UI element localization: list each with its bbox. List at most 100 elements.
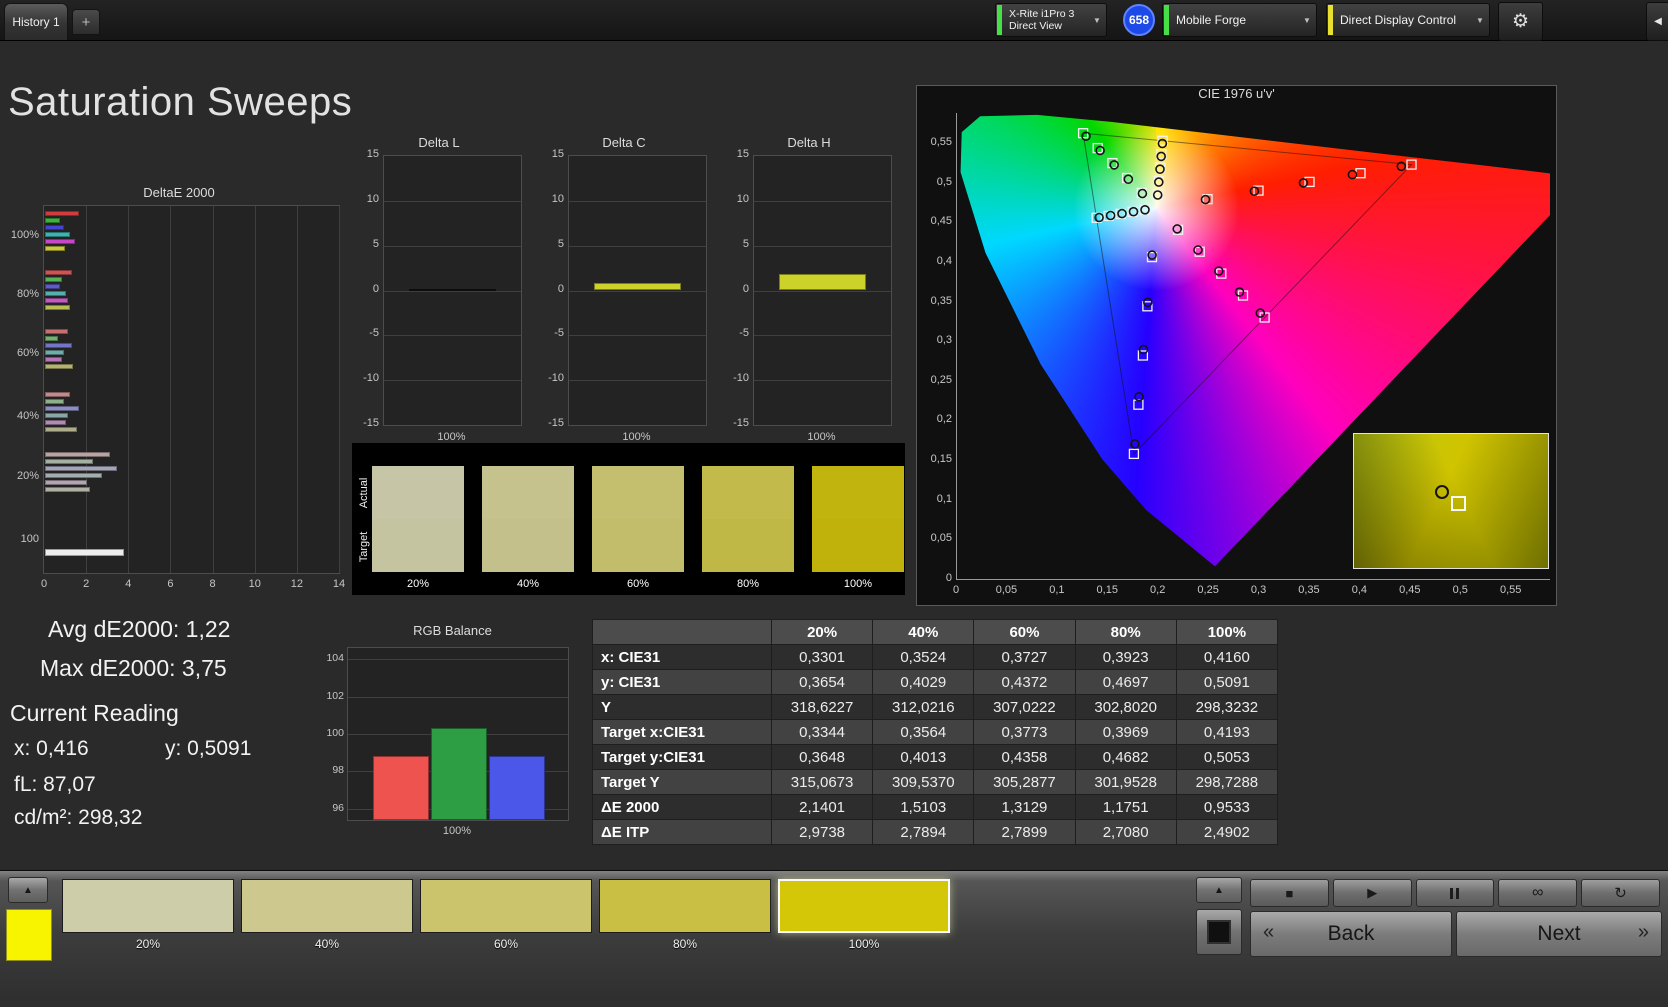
deltae-bar (45, 487, 91, 492)
source-dropdown[interactable]: Mobile Forge ▼ (1162, 3, 1317, 37)
stop-icon: ■ (1285, 885, 1294, 901)
row-label: Y (592, 694, 772, 720)
swatch-label: 60% (626, 578, 650, 590)
swatch-label: 100% (843, 578, 873, 590)
saturation-button-20%[interactable]: 20% (62, 879, 234, 951)
y-tick-label: 0,4 (936, 254, 952, 267)
table-cell: 0,3773 (973, 719, 1076, 745)
gear-icon: ⚙ (1511, 11, 1530, 32)
bottom-bar: ▲ 20% 40% 60% 80% 100% ▲ ■ ▶ ∞ ↻ « Back … (0, 870, 1668, 1007)
x-tick-label: 0 (952, 584, 960, 596)
gridline (128, 206, 130, 573)
y-tick-label: 5 (372, 237, 379, 250)
rgb-bar-red (373, 756, 429, 820)
deltae-bar (45, 284, 60, 289)
y-tick-label: 100 (20, 533, 39, 545)
delta-c-chart: Delta C 100% 15 10 5 0 -5 -10 -15 (538, 135, 710, 447)
table-cell: 0,9533 (1175, 794, 1279, 820)
swatch-column: 20% (372, 466, 464, 596)
play-icon: ▶ (1367, 885, 1378, 900)
expand-button-right[interactable]: ▲ (1196, 877, 1242, 903)
table-cell: 2,1401 (770, 794, 874, 820)
cie-zoom-inset (1353, 433, 1549, 569)
target-point-magenta (1194, 246, 1205, 257)
pause-button[interactable] (1415, 879, 1495, 907)
saturation-button-100%[interactable]: 100% (778, 879, 950, 951)
delta-c-plot (568, 155, 707, 426)
pattern-window-icon (1207, 920, 1231, 944)
saturation-label: 40% (314, 937, 340, 951)
max-de2000-stat: Max dE2000: 3,75 (40, 655, 227, 681)
table-cell: 0,5053 (1175, 744, 1279, 770)
table-cell: 307,0222 (973, 694, 1076, 720)
rgb-balance-chart: RGB Balance 100% 104 102 100 98 96 (325, 623, 580, 838)
x-tick-label: 0,15 (1096, 584, 1118, 596)
meter-reading-badge[interactable]: 658 (1123, 4, 1155, 36)
deltae2000-chart: DeltaE 2000 0 2 4 6 8 10 12 14 100% 80% 60% 40% 20% 1… (6, 185, 352, 597)
actual-swatch (482, 466, 574, 519)
meter-dropdown[interactable]: X-Rite i1Pro 3 Direct View ▼ (995, 3, 1107, 37)
chart-title: CIE 1976 u'v' (1198, 86, 1275, 101)
x-tick-label: 4 (125, 578, 132, 590)
deltae-bar (45, 239, 75, 244)
swatch-column: 40% (482, 466, 574, 596)
x-tick-label: 0 (40, 578, 48, 590)
back-label: Back (1327, 922, 1375, 945)
y-tick-label: 0,15 (930, 453, 952, 466)
settings-button[interactable]: ⚙ (1498, 2, 1543, 41)
saturation-button-80%[interactable]: 80% (599, 879, 771, 951)
deltae-bar (45, 427, 77, 432)
next-button[interactable]: Next » (1456, 911, 1662, 957)
deltae-bar (45, 291, 67, 296)
row-label: ΔE 2000 (592, 794, 772, 820)
y-tick-label: 0 (557, 282, 564, 295)
x-tick-label: 0,3 (1250, 584, 1267, 596)
collapse-panel-button[interactable]: ◀ (1646, 2, 1668, 41)
y-tick-label: -5 (554, 327, 564, 340)
swatch-items: 20% 40% 60% 80% 100% (352, 443, 905, 595)
deltae-bar (45, 406, 79, 411)
add-tab-button[interactable]: + (72, 9, 100, 35)
source-status-indicator (1164, 5, 1169, 35)
deltae-bar (45, 246, 66, 251)
x-axis-label: 100% (437, 431, 466, 443)
saturation-swatch (599, 879, 771, 933)
saturation-swatch (420, 879, 592, 933)
deltae-bar (45, 399, 64, 404)
table-cell: 0,4160 (1175, 644, 1279, 670)
stop-button[interactable]: ■ (1250, 879, 1329, 907)
pattern-window-button[interactable] (1196, 909, 1242, 955)
play-button[interactable]: ▶ (1332, 879, 1412, 907)
saturation-button-40%[interactable]: 40% (241, 879, 413, 951)
y-tick-label: 0,25 (930, 373, 952, 386)
tab-history[interactable]: History 1 (4, 3, 68, 40)
loop-button[interactable]: ∞ (1498, 879, 1578, 907)
column-header: 80% (1074, 619, 1177, 645)
y-tick-label: 0,45 (930, 215, 952, 228)
display-control-dropdown[interactable]: Direct Display Control ▼ (1326, 3, 1490, 37)
table-cell: 0,3648 (770, 744, 874, 770)
target-point-blue (1133, 399, 1144, 410)
table-row: x: CIE31 0,3301 0,3524 0,3727 0,3923 0,4160 (592, 644, 1279, 670)
table-row: Target x:CIE31 0,3344 0,3564 0,3773 0,3969 0,… (592, 719, 1279, 745)
row-label: x: CIE31 (592, 644, 772, 670)
refresh-button[interactable]: ↻ (1581, 879, 1660, 907)
x-tick-label: 12 (290, 578, 303, 590)
y-tick-label: -10 (733, 372, 749, 385)
table-row: ΔE ITP 2,9738 2,7894 2,7899 2,7080 2,4902 (592, 819, 1279, 845)
y-tick-label: 0 (945, 572, 952, 584)
deltae-bar (45, 420, 67, 425)
deltae2000-plot (43, 205, 340, 574)
row-label: Target Y (592, 769, 772, 795)
table-cell: 1,5103 (872, 794, 975, 820)
saturation-label: 80% (672, 937, 698, 951)
x-tick-label: 0,45 (1399, 584, 1421, 596)
gridline (569, 290, 706, 292)
deltae-bar (45, 392, 71, 397)
gridline (348, 659, 568, 661)
table-cell: 0,3654 (770, 669, 874, 695)
back-button[interactable]: « Back (1250, 911, 1452, 957)
saturation-button-60%[interactable]: 60% (420, 879, 592, 951)
table-cell: 0,3344 (770, 719, 874, 745)
gridline (384, 380, 521, 382)
